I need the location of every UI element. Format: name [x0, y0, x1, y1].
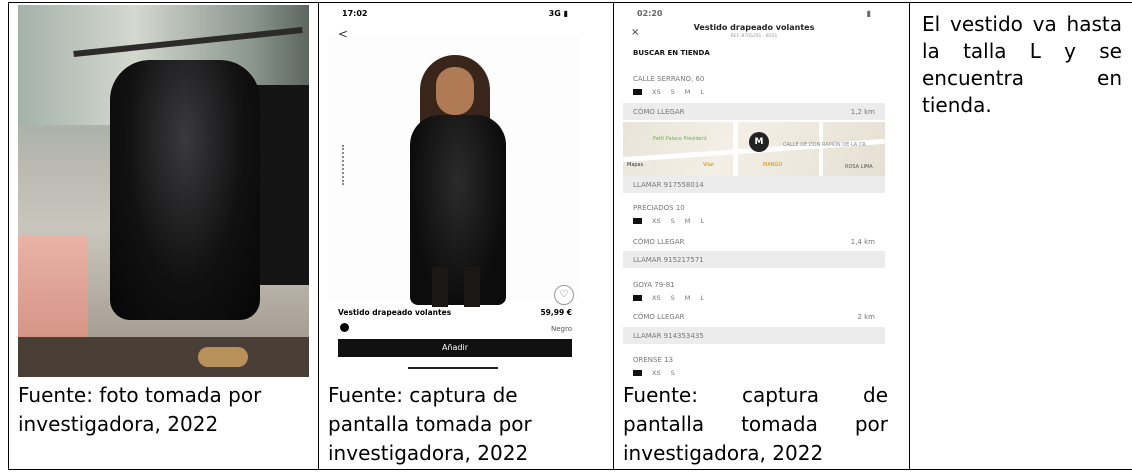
status-bar: 17:02 3G ▮	[342, 9, 568, 18]
note-cell: El vestido va hasta la talla L y se encu…	[909, 2, 1132, 470]
store-name: PRECIADOS 10	[633, 204, 685, 212]
dress-image	[110, 60, 260, 320]
product-screenshot: 17:02 3G ▮ < ♡ Vestido drapeado volantes…	[328, 5, 582, 379]
product-caption: Fuente: captura de pantalla tomada por i…	[328, 383, 532, 465]
photo-cell: Fuente: foto tomada por investigadora, 2…	[8, 2, 319, 470]
size-list: XS S M L	[633, 88, 704, 96]
size-list: XS S M L	[633, 294, 704, 302]
size-list: XS S M L	[633, 217, 704, 225]
screen-title: Vestido drapeado volantes	[693, 23, 815, 32]
color-name: Negro	[551, 325, 572, 333]
heart-icon[interactable]: ♡	[554, 285, 574, 305]
add-button[interactable]: Añadir	[338, 339, 572, 357]
color-swatch[interactable]	[340, 323, 349, 332]
directions-link[interactable]: CÓMO LLEGAR 2 km	[623, 308, 885, 325]
directions-link[interactable]: CÓMO LLEGAR 1,4 km	[623, 233, 885, 250]
product-screenshot-cell: 17:02 3G ▮ < ♡ Vestido drapeado volantes…	[318, 2, 614, 470]
status-bar: 02:20 ▮	[637, 9, 871, 18]
call-link[interactable]: LLAMAR 915217571	[623, 251, 885, 268]
store-name: CALLE SERRANO, 60	[633, 75, 705, 83]
search-heading: BUSCAR EN TIENDA	[633, 49, 710, 57]
product-row: Vestido drapeado volantes 59,99 €	[338, 308, 572, 317]
photo-caption: Fuente: foto tomada por investigadora, 2…	[18, 383, 262, 436]
note-text: El vestido va hasta la talla L y se encu…	[922, 12, 1122, 117]
store-photo	[18, 5, 309, 377]
store-screenshot-cell: 02:20 ▮ × Vestido drapeado volantes REF. …	[613, 2, 910, 470]
gallery-indicator[interactable]	[342, 145, 347, 185]
home-indicator	[408, 367, 498, 369]
directions-link[interactable]: CÓMO LLEGAR 1,2 km	[623, 103, 885, 120]
product-price: 59,99 €	[540, 308, 572, 317]
call-link[interactable]: LLAMAR 917558014	[623, 176, 885, 193]
map-pin-icon[interactable]: M	[749, 132, 769, 152]
call-link[interactable]: LLAMAR 914353435	[623, 327, 885, 344]
store-name: ORENSE 13	[633, 356, 674, 364]
model-image	[328, 37, 582, 307]
product-name: Vestido drapeado volantes	[338, 308, 452, 317]
document-table: Fuente: foto tomada por investigadora, 2…	[8, 2, 1132, 470]
size-list: XS S	[633, 369, 675, 377]
store-name: GOYA 79-81	[633, 281, 675, 289]
store-map[interactable]: Petit Palace President Mapas Vilar MANGO…	[623, 122, 885, 176]
product-ref: REF. 8705291 - 8201	[730, 34, 778, 39]
store-screenshot: 02:20 ▮ × Vestido drapeado volantes REF. …	[623, 5, 885, 379]
store-caption: Fuente: captura de pantalla tomada por inves…	[623, 383, 888, 465]
